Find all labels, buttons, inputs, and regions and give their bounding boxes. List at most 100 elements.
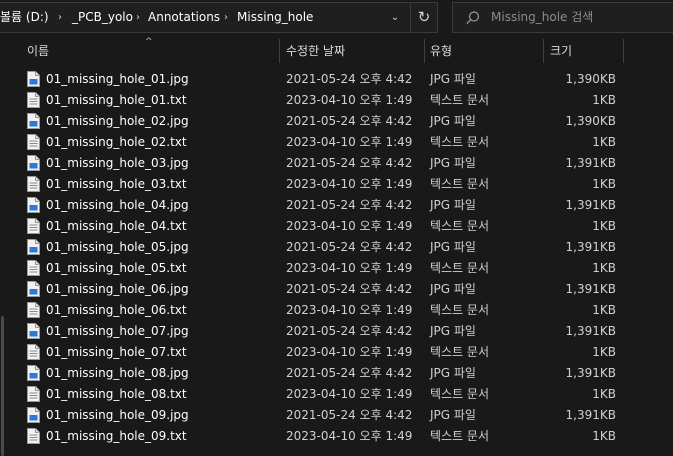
file-modified-date: 2021-05-24 오후 4:42 [286,156,413,170]
jpg-file-icon [27,113,40,129]
column-divider[interactable] [543,39,544,63]
breadcrumb-volume[interactable]: 볼륨 (D:) [0,3,49,32]
file-name[interactable]: 01_missing_hole_09.jpg [46,405,189,426]
breadcrumb-separator[interactable]: › [224,3,228,32]
file-name[interactable]: 01_missing_hole_03.txt [46,174,187,195]
jpg-file-icon [27,71,40,87]
refresh-icon[interactable]: ↻ [410,3,437,32]
file-name[interactable]: 01_missing_hole_06.jpg [46,279,189,300]
column-divider[interactable] [279,39,280,63]
toolbar: 볼륨 (D:) › _PCB_yolo › Annotations › Miss… [0,0,673,36]
file-row[interactable]: 01_missing_hole_03.jpg 2021-05-24 오후 4:42… [0,153,673,174]
file-name[interactable]: 01_missing_hole_06.txt [46,300,187,321]
file-size: 1,391KB [565,282,616,296]
file-name[interactable]: 01_missing_hole_05.txt [46,258,187,279]
text-file-icon [27,176,40,192]
file-size: 1KB [592,219,616,233]
jpg-file-icon [27,281,40,297]
file-type: 텍스트 문서 [430,219,490,233]
breadcrumb-separator[interactable]: › [58,3,62,32]
file-type: 텍스트 문서 [430,93,490,107]
file-type: JPG 파일 [430,324,476,338]
column-header: 이름 수정한 날짜 유형 크기 [0,36,673,66]
file-name[interactable]: 01_missing_hole_02.txt [46,132,187,153]
file-type: 텍스트 문서 [430,387,490,401]
file-size: 1KB [592,93,616,107]
chevron-down-icon[interactable]: ⌄ [384,3,406,32]
breadcrumb-annotations[interactable]: Annotations [148,3,220,32]
file-size: 1KB [592,135,616,149]
file-row[interactable]: 01_missing_hole_01.jpg 2021-05-24 오후 4:42… [0,69,673,90]
breadcrumb-missing-hole[interactable]: Missing_hole [237,3,313,32]
column-size[interactable]: 크기 [550,36,572,66]
address-bar[interactable]: 볼륨 (D:) › _PCB_yolo › Annotations › Miss… [0,2,438,33]
file-name[interactable]: 01_missing_hole_01.txt [46,90,187,111]
file-row[interactable]: 01_missing_hole_06.txt 2023-04-10 오후 1:49… [0,300,673,321]
file-modified-date: 2021-05-24 오후 4:42 [286,198,413,212]
file-name[interactable]: 01_missing_hole_03.jpg [46,153,189,174]
column-divider[interactable] [424,39,425,63]
file-name[interactable]: 01_missing_hole_04.jpg [46,195,189,216]
file-row[interactable]: 01_missing_hole_07.txt 2023-04-10 오후 1:49… [0,342,673,363]
file-row[interactable]: 01_missing_hole_06.jpg 2021-05-24 오후 4:42… [0,279,673,300]
file-type: JPG 파일 [430,72,476,86]
file-modified-date: 2021-05-24 오후 4:42 [286,72,413,86]
file-modified-date: 2021-05-24 오후 4:42 [286,114,413,128]
file-name[interactable]: 01_missing_hole_05.jpg [46,237,189,258]
file-type: JPG 파일 [430,366,476,380]
file-row[interactable]: 01_missing_hole_02.txt 2023-04-10 오후 1:49… [0,132,673,153]
file-row[interactable]: 01_missing_hole_08.jpg 2021-05-24 오후 4:42… [0,363,673,384]
file-name[interactable]: 01_missing_hole_04.txt [46,216,187,237]
column-type[interactable]: 유형 [430,36,452,66]
file-type: 텍스트 문서 [430,303,490,317]
file-row[interactable]: 01_missing_hole_04.txt 2023-04-10 오후 1:49… [0,216,673,237]
text-file-icon [27,386,40,402]
text-file-icon [27,260,40,276]
file-type: 텍스트 문서 [430,177,490,191]
file-modified-date: 2021-05-24 오후 4:42 [286,366,413,380]
file-name[interactable]: 01_missing_hole_01.jpg [46,69,189,90]
file-size: 1,391KB [565,156,616,170]
file-size: 1KB [592,261,616,275]
breadcrumb-separator[interactable]: › [136,3,140,32]
file-name[interactable]: 01_missing_hole_08.jpg [46,363,189,384]
file-type: JPG 파일 [430,240,476,254]
column-divider[interactable] [623,39,624,63]
file-modified-date: 2023-04-10 오후 1:49 [286,303,413,317]
file-row[interactable]: 01_missing_hole_05.txt 2023-04-10 오후 1:49… [0,258,673,279]
file-row[interactable]: 01_missing_hole_02.jpg 2021-05-24 오후 4:42… [0,111,673,132]
file-type: 텍스트 문서 [430,135,490,149]
file-size: 1,391KB [565,324,616,338]
file-modified-date: 2023-04-10 오후 1:49 [286,135,413,149]
file-modified-date: 2023-04-10 오후 1:49 [286,387,413,401]
file-row[interactable]: 01_missing_hole_08.txt 2023-04-10 오후 1:49… [0,384,673,405]
file-size: 1,390KB [565,114,616,128]
file-size: 1KB [592,345,616,359]
file-size: 1,390KB [565,72,616,86]
text-file-icon [27,302,40,318]
search-box[interactable] [452,2,673,33]
file-row[interactable]: 01_missing_hole_01.txt 2023-04-10 오후 1:49… [0,90,673,111]
file-modified-date: 2021-05-24 오후 4:42 [286,240,413,254]
text-file-icon [27,218,40,234]
search-input[interactable] [491,3,666,32]
file-row[interactable]: 01_missing_hole_05.jpg 2021-05-24 오후 4:42… [0,237,673,258]
search-icon [466,11,480,25]
file-type: 텍스트 문서 [430,261,490,275]
breadcrumb-pcb-yolo[interactable]: _PCB_yolo [72,3,133,32]
file-row[interactable]: 01_missing_hole_09.jpg 2021-05-24 오후 4:42… [0,405,673,426]
file-modified-date: 2023-04-10 오후 1:49 [286,261,413,275]
file-name[interactable]: 01_missing_hole_07.txt [46,342,187,363]
sort-ascending-icon: ^ [145,37,153,47]
file-name[interactable]: 01_missing_hole_08.txt [46,384,187,405]
file-row[interactable]: 01_missing_hole_03.txt 2023-04-10 오후 1:49… [0,174,673,195]
file-name[interactable]: 01_missing_hole_02.jpg [46,111,189,132]
file-modified-date: 2021-05-24 오후 4:42 [286,282,413,296]
column-date[interactable]: 수정한 날짜 [286,36,345,66]
file-row[interactable]: 01_missing_hole_07.jpg 2021-05-24 오후 4:42… [0,321,673,342]
column-name[interactable]: 이름 [27,36,49,66]
file-row[interactable]: 01_missing_hole_04.jpg 2021-05-24 오후 4:42… [0,195,673,216]
file-name[interactable]: 01_missing_hole_07.jpg [46,321,189,342]
file-size: 1KB [592,387,616,401]
file-type: JPG 파일 [430,408,476,422]
